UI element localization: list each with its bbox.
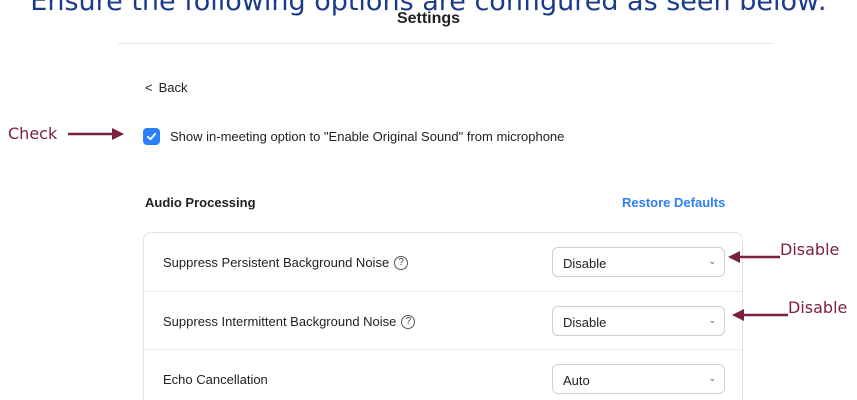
setting-label-wrap: Suppress Intermittent Background Noise ? <box>163 314 416 329</box>
checkmark-icon <box>146 132 157 141</box>
page-title: Settings <box>396 10 461 27</box>
back-label: Back <box>158 80 188 95</box>
persistent-noise-label: Suppress Persistent Background Noise <box>163 255 390 270</box>
original-sound-label: Show in-meeting option to "Enable Origin… <box>170 129 565 144</box>
chevron-down-icon: ⌄ <box>708 256 716 266</box>
arrow-left-icon <box>732 309 788 321</box>
setting-label-wrap: Suppress Persistent Background Noise ? <box>163 255 409 270</box>
help-icon[interactable]: ? <box>401 314 416 329</box>
original-sound-checkbox[interactable] <box>143 128 160 145</box>
disable-annotation-2: Disable <box>788 298 848 317</box>
setting-row-echo-cancellation: Echo Cancellation Auto ⌄ <box>144 349 742 400</box>
audio-processing-panel: Suppress Persistent Background Noise ? D… <box>143 232 743 400</box>
arrow-left-icon <box>728 251 780 263</box>
chevron-down-icon: ⌄ <box>708 373 716 383</box>
restore-defaults-link[interactable]: Restore Defaults <box>622 195 725 210</box>
check-annotation: Check <box>8 124 58 143</box>
persistent-noise-select[interactable]: Disable ⌄ <box>552 247 725 277</box>
intermittent-noise-select[interactable]: Disable ⌄ <box>552 306 725 336</box>
arrow-right-icon <box>68 128 124 140</box>
chevron-left-icon: < <box>145 80 153 95</box>
setting-label-wrap: Echo Cancellation <box>163 372 268 387</box>
header-divider <box>118 43 773 44</box>
setting-row-intermittent-noise: Suppress Intermittent Background Noise ?… <box>144 291 742 349</box>
help-icon[interactable]: ? <box>394 255 409 270</box>
original-sound-option: Show in-meeting option to "Enable Origin… <box>143 128 564 145</box>
echo-cancellation-label: Echo Cancellation <box>163 372 268 387</box>
select-value: Disable <box>563 256 607 271</box>
chevron-down-icon: ⌄ <box>708 315 716 325</box>
intermittent-noise-label: Suppress Intermittent Background Noise <box>163 314 397 329</box>
back-button[interactable]: < Back <box>145 80 188 95</box>
audio-processing-heading: Audio Processing <box>145 195 256 210</box>
setting-row-persistent-noise: Suppress Persistent Background Noise ? D… <box>144 233 742 291</box>
disable-annotation-1: Disable <box>780 240 840 259</box>
select-value: Disable <box>563 315 607 330</box>
echo-cancellation-select[interactable]: Auto ⌄ <box>552 364 725 394</box>
select-value: Auto <box>563 373 590 388</box>
